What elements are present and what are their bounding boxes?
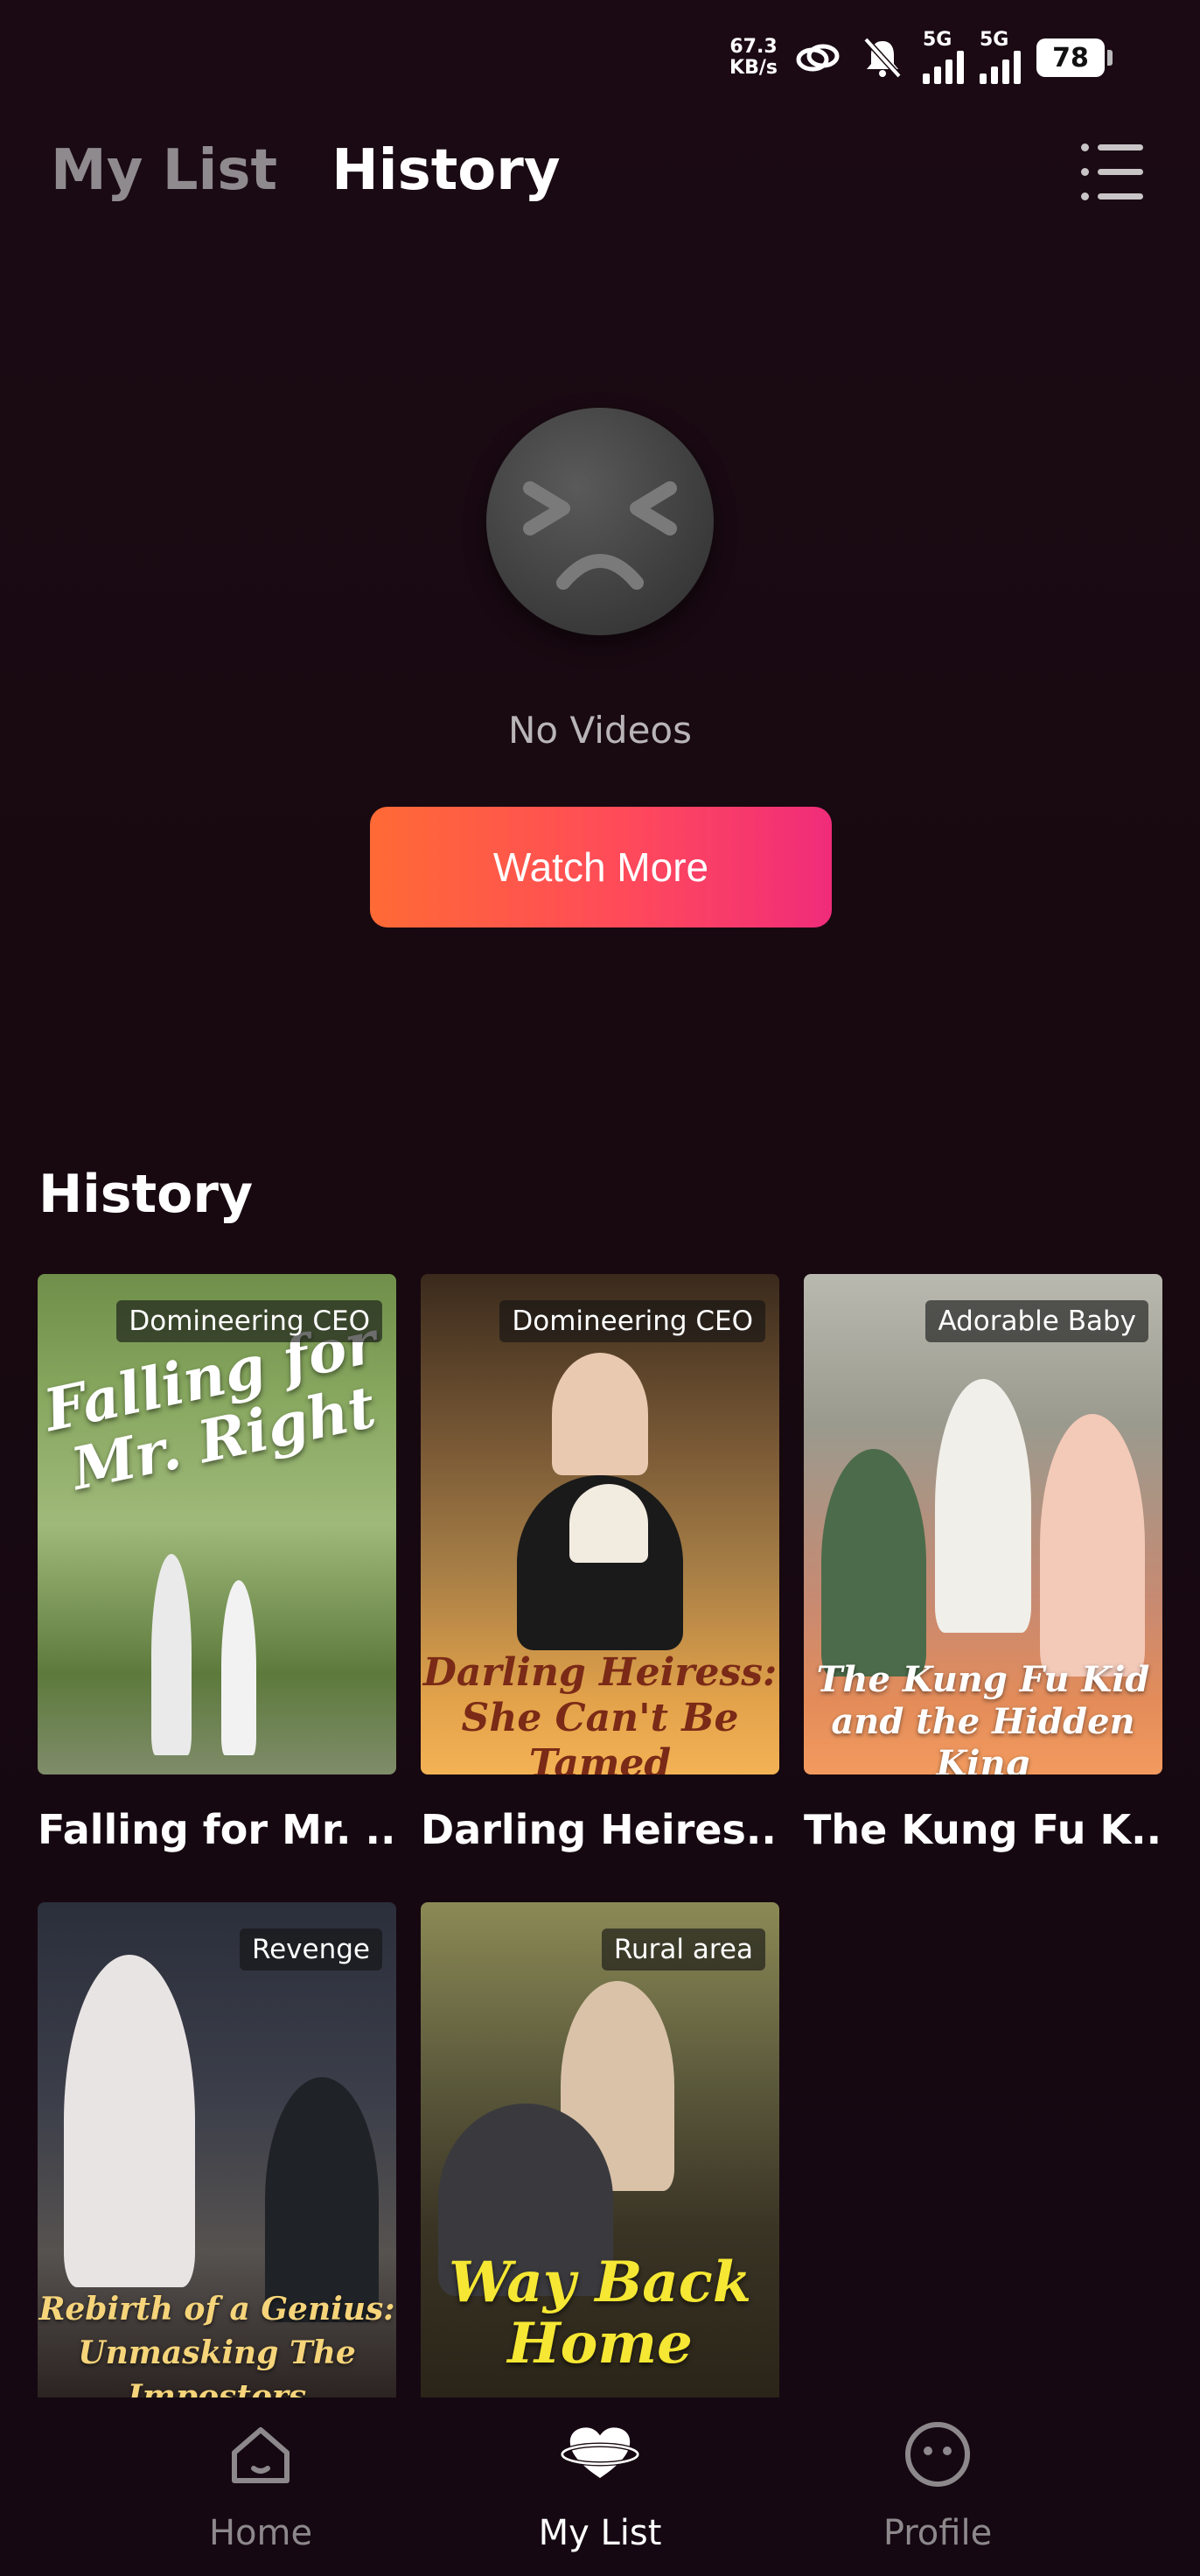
nav-profile[interactable]: Profile (824, 2415, 1051, 2553)
poster-title-text: Rebirth of a Genius: Unmasking The Impos… (38, 2291, 395, 2403)
card-title: The Kung Fu K... (804, 1806, 1162, 1853)
tab-my-list[interactable]: My List (51, 138, 277, 203)
card-title: Falling for Mr. ... (38, 1806, 396, 1853)
history-card[interactable]: The Kung Fu Kid and the Hidden King Ador… (804, 1274, 1162, 1853)
poster-title-text: The Kung Fu Kid and the Hidden King (816, 1659, 1150, 1774)
genre-tag: Revenge (239, 1928, 382, 1970)
poster-image[interactable]: Falling for Mr. Right Domineering CEO (38, 1274, 396, 1774)
poster-image[interactable]: The Kung Fu Kid and the Hidden King Ador… (804, 1274, 1162, 1774)
history-card[interactable]: Rebirth of a Genius: Unmasking The Impos… (38, 1902, 396, 2403)
nav-my-list[interactable]: My List (486, 2415, 714, 2553)
nav-my-list-label: My List (538, 2513, 662, 2553)
genre-tag: Adorable Baby (925, 1300, 1148, 1342)
signal-bars-1-icon (923, 49, 964, 84)
network-type-1: 5G (923, 29, 952, 51)
network-speed: 67.3 KB/s (729, 37, 778, 79)
home-icon (221, 2415, 300, 2494)
network-type-2: 5G (980, 29, 1009, 51)
nav-profile-label: Profile (883, 2513, 993, 2553)
signal-2: 5G (980, 29, 1021, 84)
signal-1: 5G (923, 29, 964, 84)
header-tabs: My List History (51, 138, 561, 203)
poster-title-text: Way Back Home (448, 2250, 752, 2376)
sad-face-icon (486, 408, 714, 635)
poster-image[interactable]: Way Back Home Rural area (421, 1902, 779, 2403)
speed-value: 67.3 (729, 36, 778, 58)
list-menu-icon[interactable] (1081, 140, 1148, 203)
poster-image[interactable]: Rebirth of a Genius: Unmasking The Impos… (38, 1902, 396, 2403)
speed-unit: KB/s (729, 57, 778, 79)
history-card[interactable]: Falling for Mr. Right Domineering CEO Fa… (38, 1274, 396, 1853)
history-section-title: History (38, 1164, 254, 1225)
status-bar: 67.3 KB/s 5G 5G 78 (729, 26, 1113, 89)
heart-planet-icon (561, 2415, 639, 2494)
nav-home[interactable]: Home (147, 2415, 374, 2553)
empty-message: No Videos (507, 709, 693, 752)
genre-tag: Rural area (601, 1928, 765, 1970)
signal-bars-2-icon (980, 49, 1021, 84)
history-card[interactable]: Way Back Home Rural area (421, 1902, 779, 2403)
poster-image[interactable]: Darling Heiress: She Can't Be Tamed Domi… (421, 1274, 779, 1774)
history-card[interactable]: Darling Heiress: She Can't Be Tamed Domi… (421, 1274, 779, 1853)
nav-home-label: Home (208, 2513, 313, 2553)
battery-level: 78 (1036, 38, 1105, 77)
page: 67.3 KB/s 5G 5G 78 My List History No Vi… (0, 0, 1200, 2576)
card-title: Darling Heires... (421, 1806, 779, 1853)
bottom-navigation: Home My List Profile (0, 2398, 1200, 2576)
poster-title-text: Darling Heiress: She Can't Be Tamed (422, 1650, 778, 1774)
genre-tag: Domineering CEO (499, 1300, 765, 1342)
bell-muted-icon (858, 33, 907, 82)
tab-history[interactable]: History (331, 138, 560, 203)
battery-icon: 78 (1036, 38, 1113, 77)
hotspot-link-icon (793, 33, 842, 82)
watch-more-button[interactable]: Watch More (370, 807, 832, 928)
genre-tag: Domineering CEO (116, 1300, 382, 1342)
smiley-profile-icon (898, 2415, 977, 2494)
